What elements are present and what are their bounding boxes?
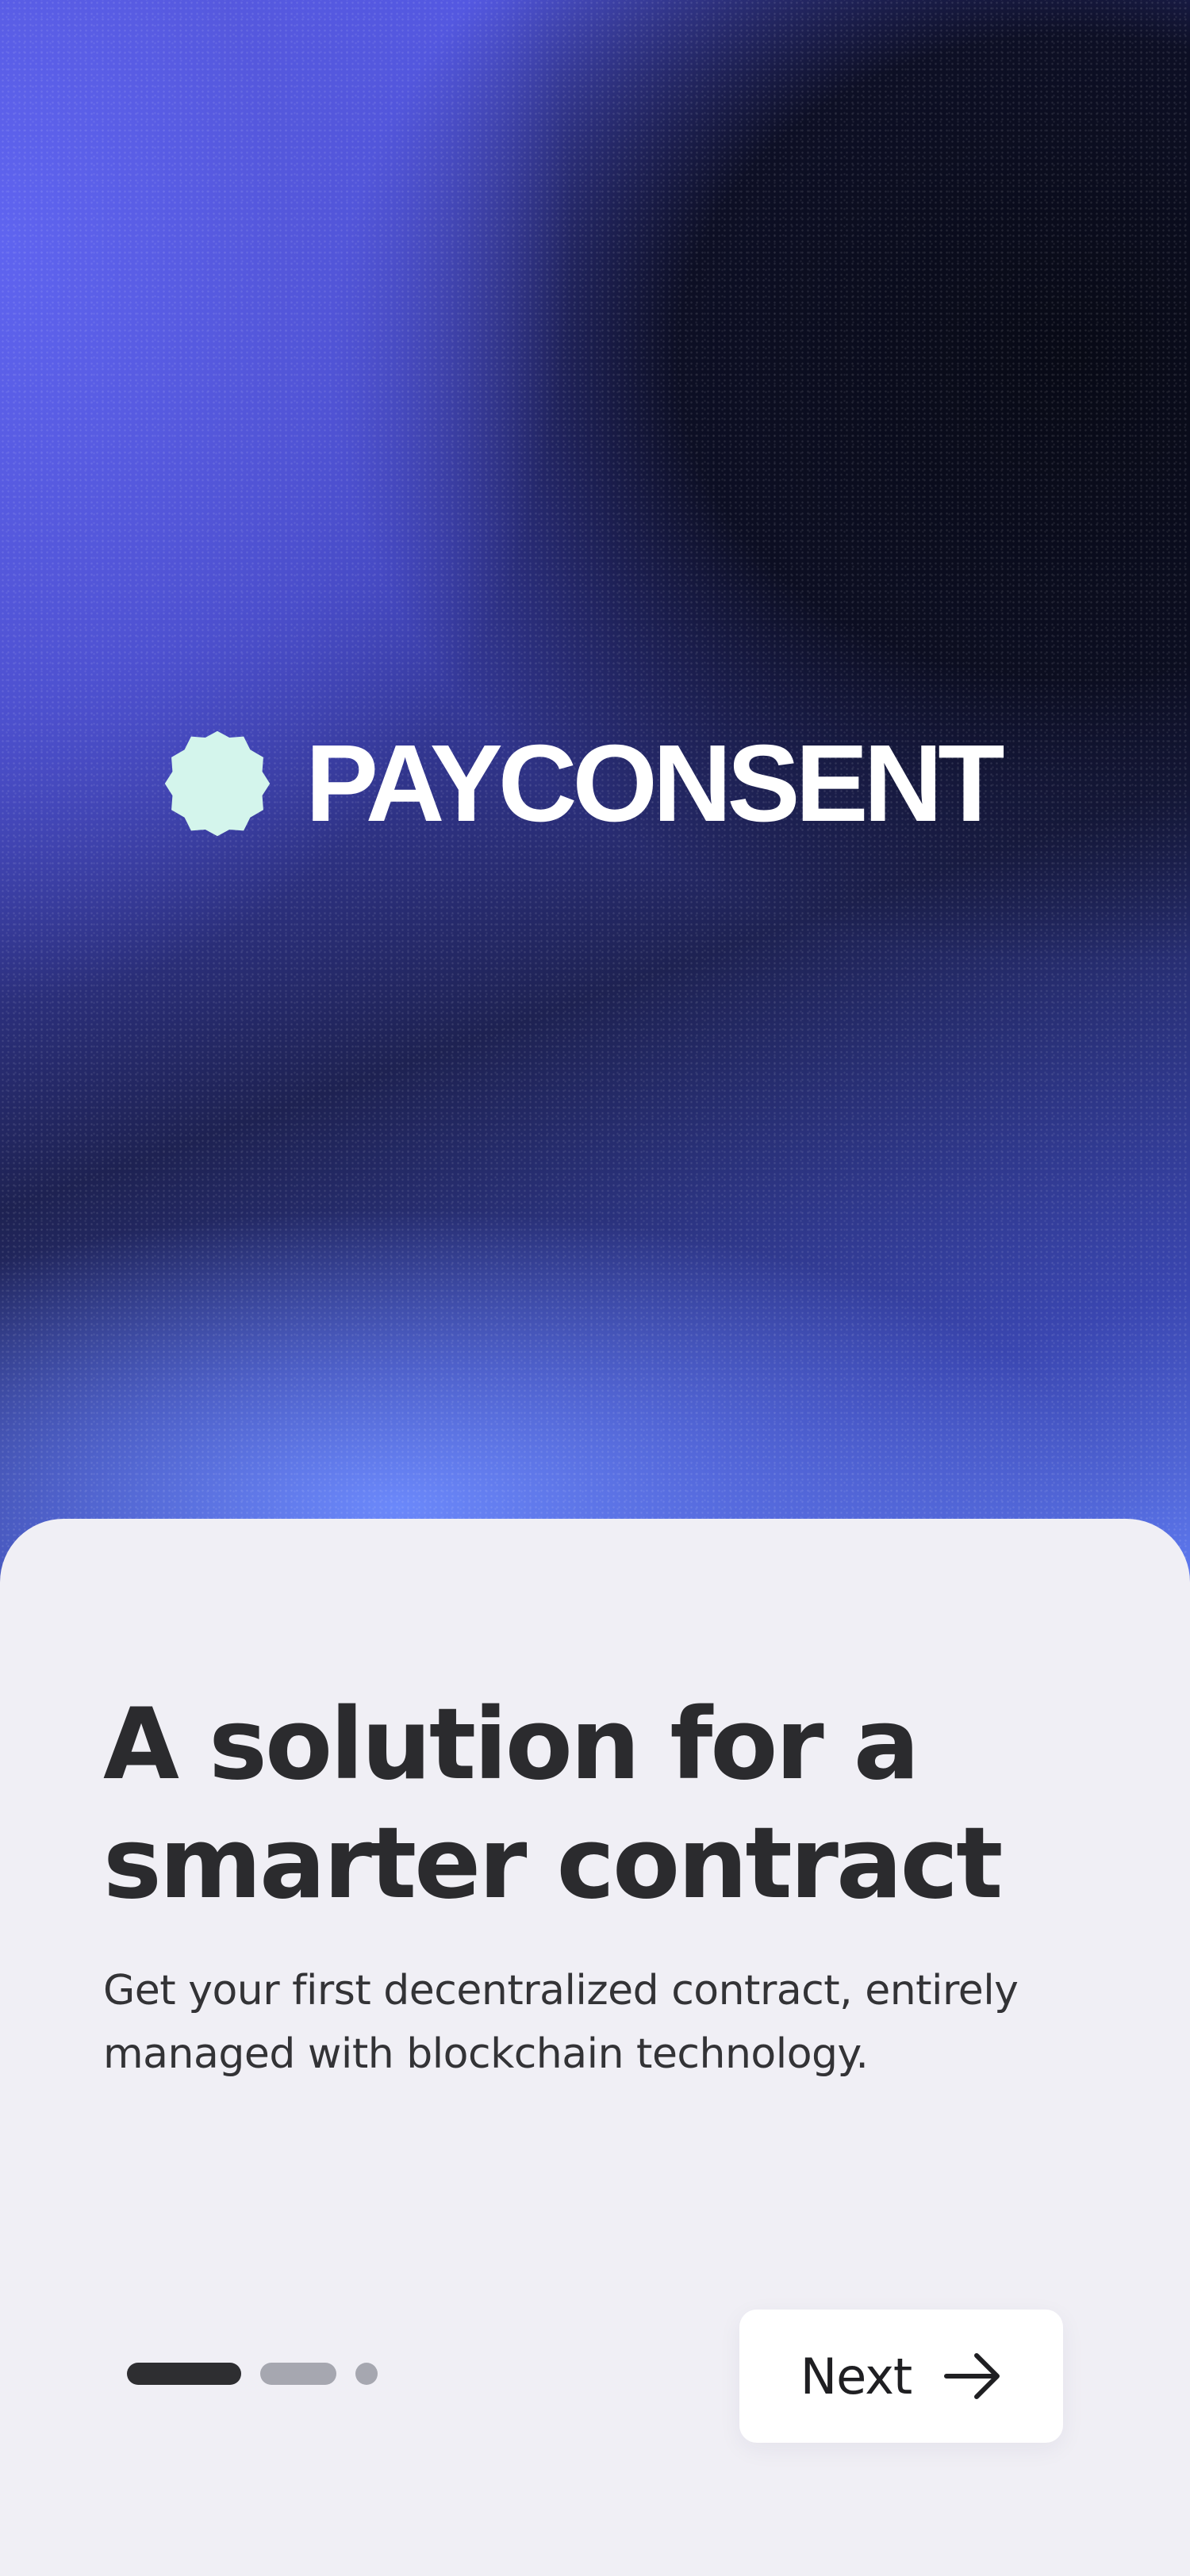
- onboarding-subtitle: Get your first decentralized contract, e…: [103, 1959, 1119, 2086]
- headline-line-1: A solution for a: [103, 1688, 919, 1802]
- page-indicator: [127, 2362, 378, 2386]
- onboarding-headline: A solution for a smarter contract: [103, 1685, 1103, 1923]
- arrow-right-icon: [944, 2353, 1000, 2399]
- brand-logo: PAYCONSENT: [163, 723, 1005, 845]
- headline-line-2: smarter contract: [103, 1807, 1003, 1921]
- page-dot-2[interactable]: [260, 2363, 336, 2385]
- brand-name: PAYCONSENT: [305, 723, 1005, 845]
- badge-seal-icon: [164, 730, 271, 837]
- subtitle-line-1: Get your first decentralized contract, e…: [103, 1967, 1019, 2014]
- next-button-label: Next: [800, 2347, 912, 2405]
- page-dot-1-active[interactable]: [127, 2363, 241, 2385]
- subtitle-line-2: managed with blockchain technology.: [103, 2030, 869, 2078]
- onboarding-screen: PAYCONSENT A solution for a smarter cont…: [0, 0, 1190, 2576]
- next-button[interactable]: Next: [739, 2310, 1063, 2443]
- page-dot-3[interactable]: [355, 2363, 378, 2385]
